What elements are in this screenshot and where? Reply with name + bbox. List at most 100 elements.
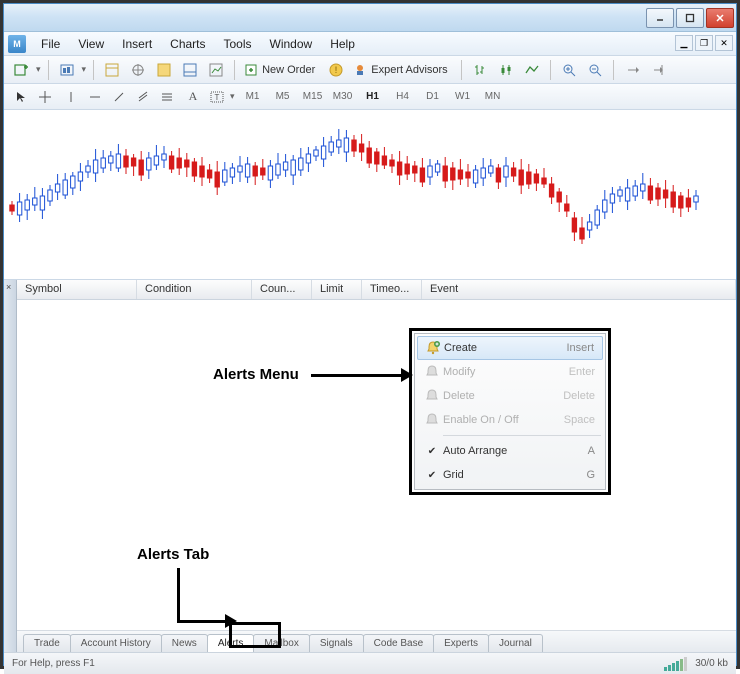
timeframe-m30[interactable]: M30	[329, 87, 357, 107]
equidistant-channel-icon[interactable]	[132, 86, 154, 108]
ctx-auto-arrange-shortcut: A	[588, 445, 595, 457]
timeframe-m1[interactable]: M1	[239, 87, 267, 107]
screenshot-frame: M File View Insert Charts Tools Window H…	[0, 0, 740, 669]
timeframe-m5[interactable]: M5	[269, 87, 297, 107]
tab-code-base[interactable]: Code Base	[363, 634, 434, 652]
menu-view[interactable]: View	[69, 37, 113, 51]
market-watch-icon[interactable]	[101, 59, 123, 81]
svg-text:!: !	[335, 65, 338, 75]
fibonacci-icon[interactable]	[156, 86, 178, 108]
auto-scroll-icon[interactable]	[621, 59, 643, 81]
ctx-delete-shortcut: Delete	[563, 390, 595, 402]
timeframe-mn[interactable]: MN	[479, 87, 507, 107]
menu-file[interactable]: File	[32, 37, 69, 51]
vertical-line-icon[interactable]	[60, 86, 82, 108]
terminal-icon[interactable]	[179, 59, 201, 81]
mdi-controls: ▁ ❐ ✕	[675, 35, 733, 51]
menu-tools[interactable]: Tools	[215, 37, 261, 51]
ctx-delete: Delete Delete	[415, 384, 605, 408]
col-event[interactable]: Event	[422, 280, 736, 299]
menu-window[interactable]: Window	[261, 37, 322, 51]
expert-advisors-icon	[353, 63, 367, 77]
terminal-sidebar: × Terminal	[4, 280, 17, 652]
col-timeout[interactable]: Timeo...	[362, 280, 422, 299]
app-icon: M	[8, 35, 26, 53]
ctx-auto-arrange-label: Auto Arrange	[443, 445, 588, 457]
new-order-button[interactable]: New Order	[242, 59, 321, 81]
terminal-body: Symbol Condition Coun... Limit Timeo... …	[17, 280, 736, 652]
text-icon[interactable]: A	[182, 86, 204, 108]
main-toolbar: ▾ ▾ New Order ! Expert Advisors	[4, 56, 736, 84]
col-condition[interactable]: Condition	[137, 280, 252, 299]
ctx-modify-shortcut: Enter	[569, 366, 595, 378]
strategy-tester-icon[interactable]	[205, 59, 227, 81]
bar-chart-icon[interactable]	[469, 59, 491, 81]
profiles-icon[interactable]	[56, 59, 78, 81]
mdi-minimize-button[interactable]: ▁	[675, 35, 693, 51]
navigator-icon[interactable]	[127, 59, 149, 81]
cursor-icon[interactable]	[10, 86, 32, 108]
bell-add-icon	[425, 340, 441, 356]
timeframe-h4[interactable]: H4	[389, 87, 417, 107]
tab-signals[interactable]: Signals	[309, 634, 364, 652]
zoom-out-icon[interactable]	[584, 59, 606, 81]
ctx-enable-label: Enable On / Off	[443, 414, 564, 426]
timeframe-m15[interactable]: M15	[299, 87, 327, 107]
terminal-close-button[interactable]: ×	[6, 282, 11, 292]
candlestick-chart	[4, 110, 734, 280]
ctx-modify: Modify Enter	[415, 360, 605, 384]
menu-help[interactable]: Help	[321, 37, 364, 51]
candle-chart-icon[interactable]	[495, 59, 517, 81]
mdi-close-button[interactable]: ✕	[715, 35, 733, 51]
annotation-arrow-1	[311, 374, 403, 377]
menu-insert[interactable]: Insert	[113, 37, 161, 51]
trendline-icon[interactable]	[108, 86, 130, 108]
tab-trade[interactable]: Trade	[23, 634, 71, 652]
tab-account-history[interactable]: Account History	[70, 634, 162, 652]
new-order-icon	[244, 63, 258, 77]
window-maximize-button[interactable]	[676, 8, 704, 28]
arrow-head-1	[401, 368, 413, 387]
svg-text:T: T	[215, 93, 220, 102]
text-label-icon[interactable]: T	[206, 86, 228, 108]
ctx-grid-shortcut: G	[586, 469, 595, 481]
tab-experts[interactable]: Experts	[433, 634, 489, 652]
expert-advisors-button[interactable]: Expert Advisors	[351, 59, 453, 81]
window-close-button[interactable]	[706, 8, 734, 28]
metaquotes-icon[interactable]: !	[325, 59, 347, 81]
status-bar: For Help, press F1 30/0 kb	[4, 652, 736, 674]
annotation-alerts-tab: Alerts Tab	[137, 546, 209, 563]
arrow-head-2	[225, 614, 237, 633]
horizontal-line-icon[interactable]	[84, 86, 106, 108]
ctx-create-label: Create	[444, 342, 566, 354]
tab-journal[interactable]: Journal	[488, 634, 543, 652]
ctx-grid[interactable]: ✔ Grid G	[415, 463, 605, 487]
menu-charts[interactable]: Charts	[161, 37, 214, 51]
alerts-list[interactable]: Create Insert Modify Enter Delete Delete	[17, 300, 736, 630]
col-limit[interactable]: Limit	[312, 280, 362, 299]
ctx-auto-arrange[interactable]: ✔ Auto Arrange A	[415, 439, 605, 463]
ctx-create[interactable]: Create Insert	[417, 336, 603, 360]
connection-signal-icon	[664, 657, 687, 671]
tab-news[interactable]: News	[161, 634, 208, 652]
crosshair-icon[interactable]	[34, 86, 56, 108]
annotation-arrow-2	[177, 568, 180, 622]
timeframe-h1[interactable]: H1	[359, 87, 387, 107]
data-window-icon[interactable]	[153, 59, 175, 81]
ctx-create-shortcut: Insert	[566, 342, 594, 354]
line-chart-icon[interactable]	[521, 59, 543, 81]
zoom-in-icon[interactable]	[558, 59, 580, 81]
check-icon: ✔	[421, 470, 443, 481]
timeframe-d1[interactable]: D1	[419, 87, 447, 107]
new-chart-icon[interactable]	[10, 59, 32, 81]
terminal-title: Terminal	[0, 606, 3, 644]
bell-edit-icon	[424, 364, 440, 380]
col-symbol[interactable]: Symbol	[17, 280, 137, 299]
bell-toggle-icon	[424, 412, 440, 428]
chart-shift-icon[interactable]	[647, 59, 669, 81]
window-minimize-button[interactable]	[646, 8, 674, 28]
col-counter[interactable]: Coun...	[252, 280, 312, 299]
mdi-restore-button[interactable]: ❐	[695, 35, 713, 51]
timeframe-w1[interactable]: W1	[449, 87, 477, 107]
chart-panel[interactable]	[4, 110, 736, 280]
